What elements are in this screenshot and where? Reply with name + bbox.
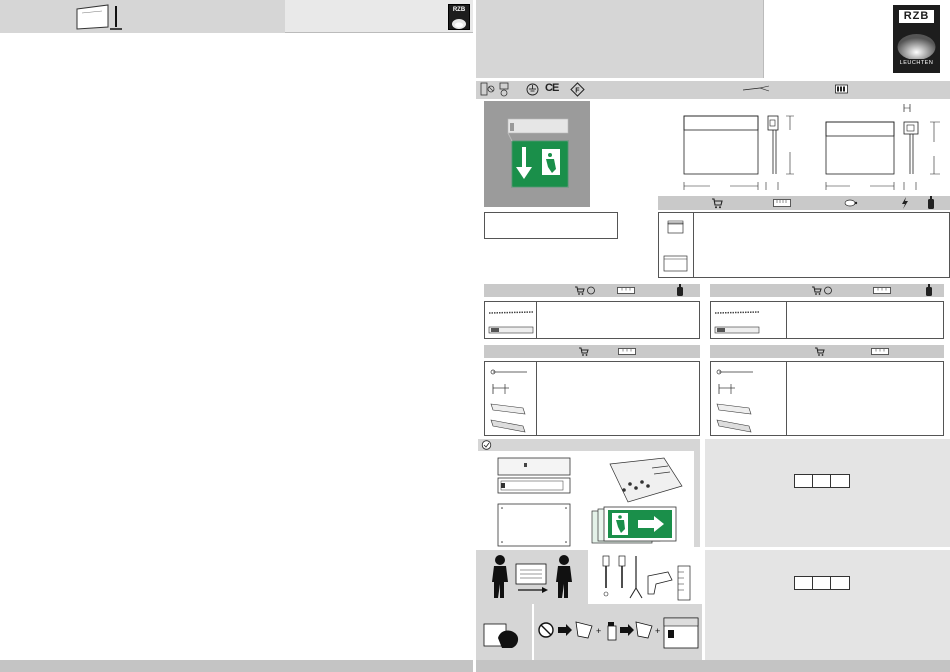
tech-drawing-1 [680,102,800,194]
tools-drawing [592,550,700,604]
ruler-icon [873,287,891,294]
accessory-header-3 [484,345,700,358]
ce-mark-icon: CE [545,82,559,94]
small-logo-text: RZB [452,7,466,13]
cleaning-hand-panel [476,604,532,660]
bottle-icon [925,284,933,297]
ruler-icon [618,348,636,355]
code-box[interactable] [794,576,813,590]
cart-icon [574,285,596,296]
f-mark-icon: F [570,82,585,97]
svg-text:F: F [575,88,580,95]
monitor-stand-icon [74,3,124,31]
accessory-box-3 [484,361,700,436]
svg-text:+: + [596,626,601,636]
small-logo: RZB [448,4,470,30]
protection-class-icon [480,81,516,97]
lightning-bolt-icon [901,197,909,209]
lamp-icon [844,199,858,207]
cart-icon [814,346,825,357]
accessory-box-4 [710,361,944,436]
product-photo [484,101,590,207]
package-accessories-drawing [590,456,690,506]
cart-icon [578,346,589,357]
ruler-icon [871,348,889,355]
battery-icon [835,84,849,94]
accessory-header-4 [710,345,944,358]
code-panel-bottom [705,550,950,660]
ruler-icon [617,287,635,294]
package-housing-drawing [496,456,572,496]
variant-table [658,212,950,278]
variant-thumb-2 [663,253,689,273]
ruler-icon [773,199,791,207]
accessory-box-1 [484,301,700,339]
left-header-bar [0,0,285,33]
code-box[interactable] [813,474,831,488]
rzb-logo-text: RZB [899,10,934,23]
code-box[interactable] [831,576,850,590]
code-box[interactable] [813,576,831,590]
installation-people-panel [476,550,588,604]
bottle-icon [927,196,935,210]
earth-ground-icon [526,83,539,96]
product-caption-box [484,212,618,239]
package-signs-drawing [590,505,678,547]
package-icon [481,440,492,450]
code-panel-top [705,439,950,547]
right-header-main [476,0,763,78]
cart-icon [711,197,723,209]
rzb-logo: RZB LEUCHTEN [893,5,940,73]
tech-drawing-2 [822,102,944,194]
svg-text:+: + [655,626,660,636]
code-boxes-bottom [794,576,850,590]
accessory-box-2 [710,301,944,339]
rzb-logo-subtext: LEUCHTEN [899,60,934,66]
left-bottom-bar [0,660,473,672]
cart-icon [811,285,833,296]
variant-thumb-1 [667,220,685,234]
package-panel-drawing [496,502,572,548]
code-boxes-top [794,474,850,488]
cable-icon [742,84,770,94]
left-header-right [285,0,473,33]
code-box[interactable] [831,474,850,488]
code-box[interactable] [794,474,813,488]
bottle-icon [676,284,684,297]
right-bottom-bar [476,660,950,672]
cleaning-steps-panel: + + [534,604,702,660]
